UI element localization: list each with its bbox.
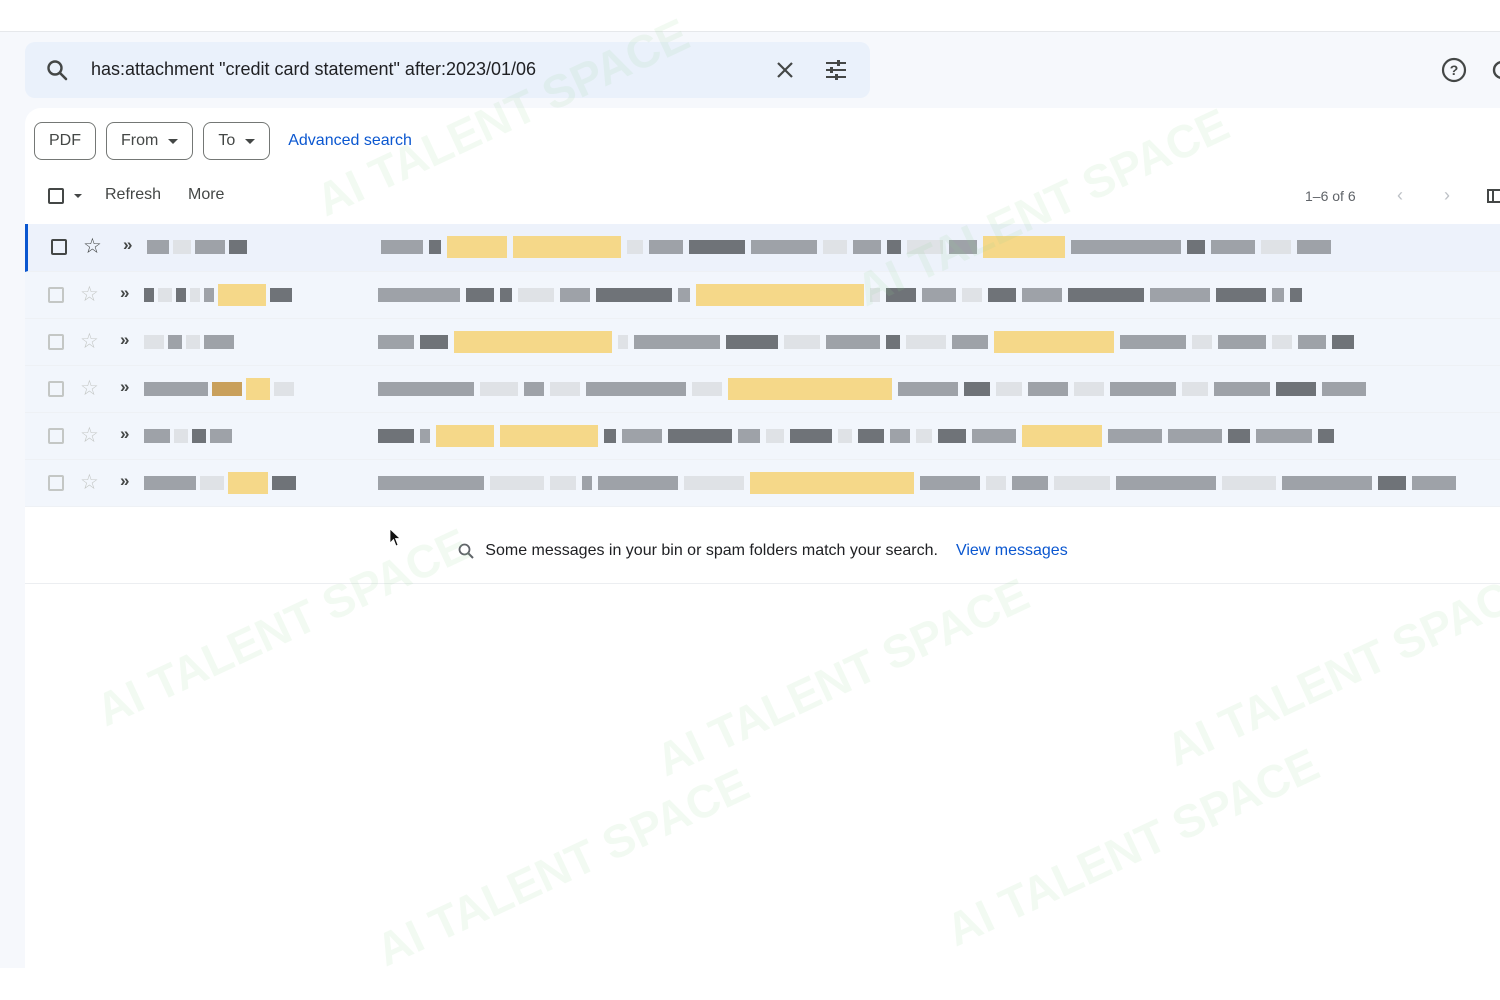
table-row[interactable]: ☆ » [25, 366, 1500, 413]
pagination-count: 1–6 of 6 [1305, 188, 1356, 204]
importance-icon[interactable]: » [120, 283, 129, 303]
table-row[interactable]: ☆ » [25, 224, 1500, 272]
search-bar[interactable]: has:attachment "credit card statement" a… [25, 42, 870, 98]
filter-chips: PDF From To Advanced search [34, 122, 412, 160]
chip-label: From [121, 132, 159, 149]
mail-app: has:attachment "credit card statement" a… [0, 32, 1500, 968]
importance-icon[interactable]: » [120, 471, 129, 491]
star-icon[interactable]: ☆ [80, 329, 99, 354]
row-checkbox[interactable] [48, 475, 64, 491]
subject-redacted [378, 424, 1498, 448]
search-icon [458, 543, 475, 559]
help-button[interactable]: ? [1440, 56, 1468, 84]
search-icon[interactable] [45, 58, 69, 82]
star-icon[interactable]: ☆ [80, 282, 99, 307]
chevron-down-icon [245, 138, 256, 144]
table-row[interactable]: ☆ » [25, 413, 1500, 460]
filter-chip-from[interactable]: From [106, 122, 194, 160]
select-all-checkbox[interactable] [48, 188, 64, 204]
settings-icon[interactable] [1490, 58, 1500, 82]
svg-text:?: ? [1450, 62, 1459, 78]
sender-redacted [144, 472, 314, 494]
filter-chip-pdf[interactable]: PDF [34, 122, 96, 160]
spam-notice-text: Some messages in your bin or spam folder… [485, 541, 938, 559]
refresh-button[interactable]: Refresh [105, 186, 161, 204]
more-button[interactable]: More [188, 186, 224, 204]
table-row[interactable]: ☆ » [25, 319, 1500, 366]
results-panel: PDF From To Advanced search Refresh More… [25, 108, 1500, 968]
clear-search-button[interactable] [771, 56, 799, 84]
search-options-button[interactable] [822, 56, 850, 84]
star-icon[interactable]: ☆ [83, 234, 102, 259]
subject-redacted [378, 377, 1498, 401]
importance-icon[interactable]: » [120, 377, 129, 397]
sender-redacted [144, 284, 314, 306]
importance-icon[interactable]: » [120, 330, 129, 350]
mouse-cursor-icon [389, 528, 401, 547]
chip-label: PDF [49, 132, 81, 149]
row-checkbox[interactable] [48, 287, 64, 303]
importance-icon[interactable]: » [123, 235, 132, 255]
chevron-left-icon[interactable]: ‹ [1397, 185, 1403, 206]
star-icon[interactable]: ☆ [80, 423, 99, 448]
sender-redacted [144, 378, 314, 400]
search-input[interactable]: has:attachment "credit card statement" a… [91, 59, 536, 80]
chip-label: To [218, 132, 236, 149]
table-row[interactable]: ☆ » [25, 272, 1500, 319]
star-icon[interactable]: ☆ [80, 470, 99, 495]
select-menu-chevron-icon[interactable] [74, 194, 82, 198]
importance-icon[interactable]: » [120, 424, 129, 444]
sender-redacted [144, 425, 314, 447]
subject-redacted [378, 330, 1498, 354]
star-icon[interactable]: ☆ [80, 376, 99, 401]
split-pane-icon[interactable] [1487, 188, 1500, 204]
row-checkbox[interactable] [48, 428, 64, 444]
row-checkbox[interactable] [48, 334, 64, 350]
subject-redacted [378, 471, 1498, 495]
sender-redacted [144, 331, 314, 353]
chevron-right-icon[interactable]: › [1444, 185, 1450, 206]
tune-icon [826, 60, 846, 80]
table-row[interactable]: ☆ » [25, 460, 1500, 507]
row-checkbox[interactable] [48, 381, 64, 397]
subject-redacted [378, 283, 1498, 307]
sender-redacted [147, 236, 317, 258]
view-messages-link[interactable]: View messages [956, 542, 1068, 560]
chevron-down-icon [168, 138, 179, 144]
spam-bin-notice: Some messages in your bin or spam folder… [25, 518, 1500, 584]
close-icon [777, 62, 793, 78]
row-checkbox[interactable] [51, 239, 67, 255]
browser-top-strip [0, 0, 1500, 32]
advanced-search-link[interactable]: Advanced search [288, 132, 412, 150]
list-toolbar: Refresh More 1–6 of 6 ‹ › [25, 182, 1500, 212]
subject-redacted [381, 235, 1500, 259]
message-list: ☆ » ☆ » ☆ » ☆ » ☆ » ☆ » [25, 224, 1500, 507]
help-icon: ? [1441, 57, 1467, 83]
filter-chip-to[interactable]: To [203, 122, 271, 160]
